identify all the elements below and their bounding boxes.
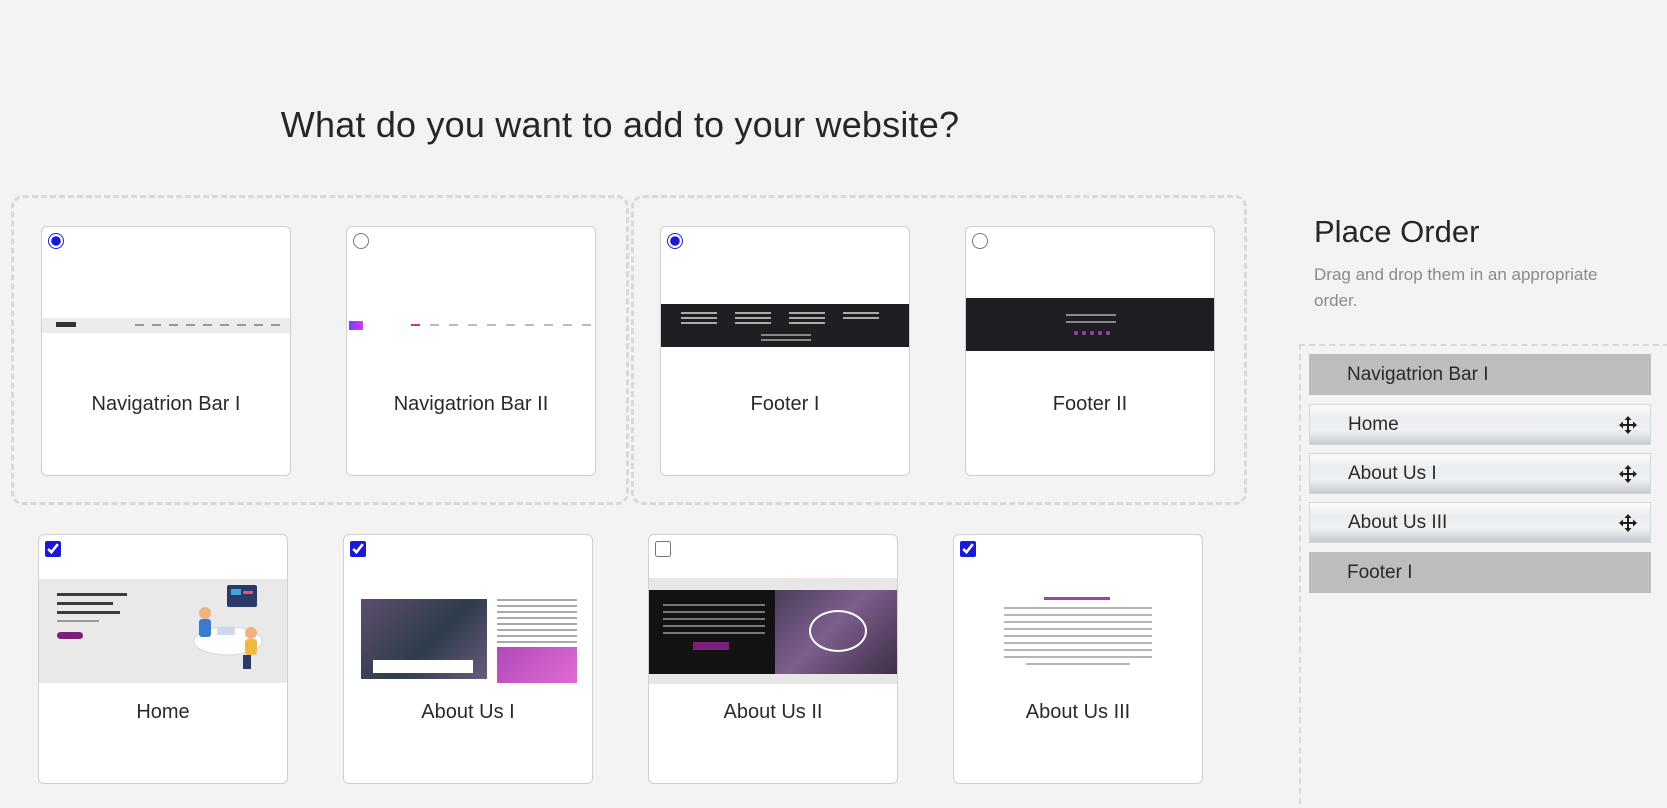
order-item-footer: Footer I (1309, 552, 1651, 593)
option-card-footer-2[interactable]: Footer II (965, 226, 1215, 476)
option-card-footer-1[interactable]: Footer I (660, 226, 910, 476)
order-item-about-1[interactable]: About Us I (1309, 453, 1651, 494)
navbar-2-preview (347, 318, 595, 333)
footer-1-radio[interactable] (667, 233, 683, 249)
page-title: What do you want to add to your website? (280, 104, 960, 145)
option-label: Footer I (750, 393, 820, 415)
place-order-title: Place Order (1314, 214, 1480, 249)
about-2-preview (649, 578, 897, 684)
option-card-home[interactable]: Home (38, 534, 288, 784)
move-icon[interactable] (1618, 415, 1638, 435)
about-1-preview (344, 591, 592, 683)
option-label: Navigatrion Bar I (91, 393, 241, 415)
home-preview (39, 579, 287, 683)
about-1-checkbox[interactable] (350, 541, 366, 557)
home-checkbox[interactable] (45, 541, 61, 557)
footer-2-radio[interactable] (972, 233, 988, 249)
option-card-about-2[interactable]: About Us II (648, 534, 898, 784)
navbar-1-radio[interactable] (48, 233, 64, 249)
footer-1-preview (661, 304, 909, 347)
order-item-label: Home (1348, 413, 1399, 435)
navbar-1-preview (42, 318, 290, 333)
move-icon[interactable] (1618, 464, 1638, 484)
option-card-navbar-1[interactable]: Navigatrion Bar I (41, 226, 291, 476)
order-item-label: Footer I (1347, 561, 1413, 583)
place-order-subtitle: Drag and drop them in an appropriate ord… (1314, 265, 1598, 310)
footer-2-preview (966, 298, 1214, 351)
navbar-2-radio[interactable] (353, 233, 369, 249)
about-3-checkbox[interactable] (960, 541, 976, 557)
option-label: About Us III (1025, 701, 1131, 723)
order-item-home[interactable]: Home (1309, 404, 1651, 445)
order-item-navbar: Navigatrion Bar I (1309, 354, 1651, 395)
about-3-preview (954, 579, 1202, 669)
order-item-label: About Us I (1348, 462, 1437, 484)
option-card-about-3[interactable]: About Us III (953, 534, 1203, 784)
order-item-label: About Us III (1348, 511, 1448, 533)
order-item-about-3[interactable]: About Us III (1309, 502, 1651, 543)
option-card-navbar-2[interactable]: Navigatrion Bar II (346, 226, 596, 476)
option-label: About Us II (723, 701, 823, 723)
about-2-checkbox[interactable] (655, 541, 671, 557)
order-item-label: Navigatrion Bar I (1347, 363, 1489, 385)
option-label: Home (136, 701, 190, 723)
option-label: Footer II (1052, 393, 1128, 415)
option-card-about-1[interactable]: About Us I (343, 534, 593, 784)
option-label: About Us I (421, 701, 515, 723)
option-label: Navigatrion Bar II (393, 393, 549, 415)
move-icon[interactable] (1618, 513, 1638, 533)
